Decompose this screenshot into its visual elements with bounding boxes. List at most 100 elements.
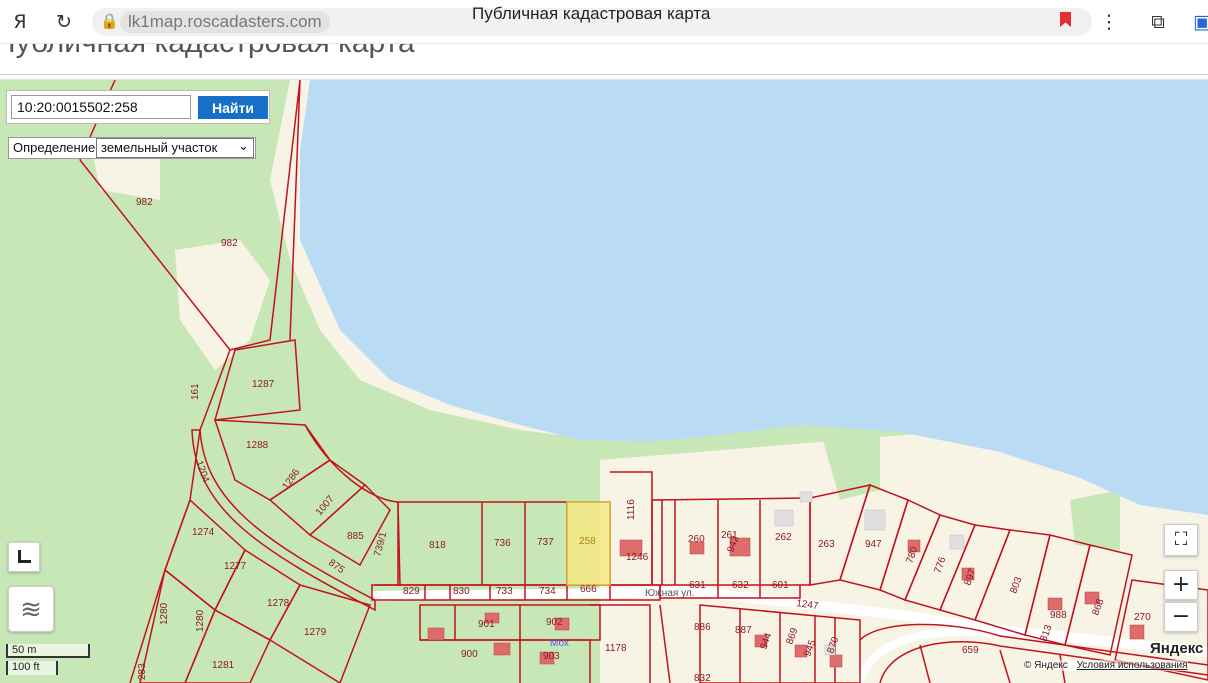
parcel-label: 666	[580, 584, 597, 595]
page-title: Публичная кадастровая карта	[472, 4, 711, 23]
extensions-icon[interactable]: ⧉	[1146, 10, 1170, 34]
parcel-label: 733	[496, 586, 513, 597]
parcel-label: 885	[347, 531, 364, 542]
parcel-label: 1286	[280, 467, 302, 492]
parcel-label: 161	[190, 383, 201, 400]
definition-panel: Определение: земельный участок ⌄	[8, 137, 256, 159]
parcel-boundary	[164, 498, 246, 612]
building-gray	[799, 491, 813, 503]
parcel-label: 875	[326, 557, 346, 576]
zoom-in-icon: +	[1171, 572, 1191, 597]
building-gray	[949, 534, 965, 550]
clearing	[175, 240, 270, 370]
cadastral-number-input[interactable]	[11, 95, 191, 119]
parcel-label: 832	[694, 673, 711, 683]
parcel-label: 830	[453, 586, 470, 597]
find-button[interactable]: Найти	[198, 96, 268, 119]
parcel-label: 1277	[224, 561, 247, 572]
more-menu-icon[interactable]: ⋮	[1097, 10, 1121, 34]
parcel-label: 1281	[212, 660, 235, 671]
building	[427, 627, 445, 641]
parcel-label: 1279	[304, 627, 327, 638]
yandex-logo[interactable]: Яндекс	[1150, 640, 1203, 657]
zoom-out-button[interactable]: −	[1164, 602, 1198, 632]
parcel-label: 886	[694, 622, 711, 633]
scale-imperial: 100 ft	[6, 661, 58, 675]
layers-icon: ≋	[20, 595, 42, 625]
building-gray	[864, 509, 886, 531]
parcel-label: 818	[429, 540, 446, 551]
layers-button[interactable]: ≋	[8, 586, 54, 632]
cadastral-map[interactable]: 982 982 161 1287 1288 1286 1204 1007 885…	[0, 80, 1208, 683]
zoom-out-icon: −	[1171, 604, 1191, 629]
lock-icon: 🔒	[100, 12, 119, 30]
parcel-label: 737	[537, 537, 554, 548]
parcel-label: 270	[1134, 612, 1151, 623]
parcel-label: 902	[546, 617, 563, 628]
parcel-boundary	[191, 429, 376, 612]
parcel-label: 1287	[252, 379, 275, 390]
definition-selected-value: земельный участок	[101, 140, 218, 155]
chevron-down-icon: ⌄	[238, 139, 249, 154]
profile-icon[interactable]: ▣	[1190, 10, 1208, 34]
parcel-label: 887	[735, 625, 752, 636]
forest-patch	[1070, 490, 1120, 550]
building-gray	[774, 509, 794, 527]
parcel-label: 736	[494, 538, 511, 549]
parcel-label: 1280	[159, 602, 170, 625]
parcel-label: 283	[137, 663, 148, 680]
parcel-label: 659	[962, 645, 979, 656]
map-canvas[interactable]: 982 982 161 1287 1288 1286 1204 1007 885…	[0, 80, 1208, 683]
copyright-text: © Яндекс	[1024, 660, 1068, 671]
parcel-label: 260	[688, 534, 705, 545]
poi-label: Мох	[550, 638, 569, 649]
parcel-label: 258	[579, 536, 596, 547]
parcel-boundary	[419, 604, 601, 641]
reload-icon[interactable]: ↻	[52, 10, 76, 34]
fullscreen-button[interactable]: ⛶	[1164, 524, 1198, 556]
ruler-button[interactable]	[8, 542, 40, 572]
parcel-label: 1178	[605, 643, 627, 654]
parcel-label: 1116	[626, 499, 637, 520]
street-label: Южная ул.	[645, 588, 694, 599]
parcel-boundary	[213, 419, 332, 501]
scale-bar: 50 m 100 ft	[4, 644, 90, 678]
ruler-icon	[17, 550, 31, 563]
parcel-label: 982	[221, 238, 238, 249]
map-copyright: © Яндекс Условия использования	[1024, 660, 1188, 671]
parcel-label: 734	[539, 586, 556, 597]
parcel-label: 829	[403, 586, 420, 597]
divider	[0, 74, 1208, 75]
zoom-in-button[interactable]: +	[1164, 570, 1198, 600]
url-text[interactable]: lk1map.roscadasters.com	[120, 11, 330, 33]
parcel-label: 1278	[267, 598, 290, 609]
parcel-label: 901	[478, 619, 495, 630]
parcel-label: 263	[818, 539, 835, 550]
parcel-label: 900	[461, 649, 478, 660]
parcel-boundary	[129, 429, 201, 683]
search-panel: Найти	[6, 90, 270, 124]
building	[1047, 597, 1063, 611]
parcel-label: 1288	[246, 440, 269, 451]
site-header: Публичная кадастровая карта	[0, 44, 1208, 80]
building	[829, 654, 843, 668]
definition-select[interactable]: земельный участок ⌄	[96, 138, 254, 158]
terms-link[interactable]: Условия использования	[1077, 660, 1188, 671]
yandex-browser-icon[interactable]: Я	[8, 10, 32, 34]
building	[493, 642, 511, 656]
parcel-label: 739/1	[372, 530, 389, 557]
parcel-label: 982	[136, 197, 153, 208]
site-heading: Публичная кадастровая карта	[0, 44, 415, 60]
parcel-label: 1274	[192, 527, 215, 538]
definition-label: Определение:	[13, 140, 99, 155]
parcel-label: 903	[543, 651, 560, 662]
parcel-label: 601	[772, 580, 789, 591]
parcel-label: 988	[1050, 610, 1067, 621]
parcel-label: 1204	[193, 459, 211, 484]
parcel-label: 632	[732, 580, 749, 591]
parcel-label: 1280	[195, 609, 206, 632]
fullscreen-icon: ⛶	[1174, 529, 1188, 550]
building	[1129, 624, 1145, 640]
parcel-label: 947	[865, 539, 882, 550]
parcel-label: 1246	[626, 552, 649, 563]
